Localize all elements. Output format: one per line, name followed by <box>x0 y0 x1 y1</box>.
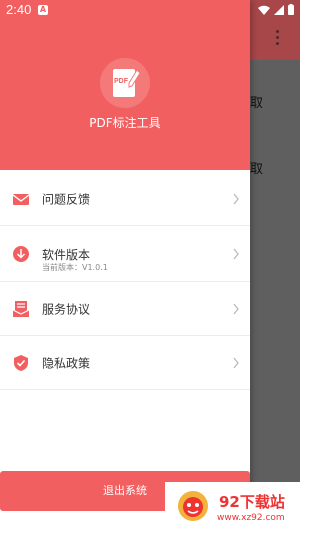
watermark: 92下载站 www.xz92.com <box>165 482 300 533</box>
watermark-url: www.xz92.com <box>217 513 285 523</box>
menu-label-agreement: 服务协议 <box>42 302 91 316</box>
signal-icon <box>274 4 284 15</box>
menu-label-privacy: 隐私政策 <box>42 356 91 370</box>
menu-item-privacy[interactable]: 隐私政策 <box>0 336 250 390</box>
menu-item-version[interactable]: 软件版本 当前版本：V1.0.1 <box>0 226 250 282</box>
menu-label-feedback: 问题反馈 <box>42 192 91 206</box>
shield-check-icon <box>14 354 28 371</box>
battery-icon <box>288 4 294 15</box>
pencil-icon <box>128 70 140 88</box>
wifi-icon <box>258 5 270 15</box>
menu-item-feedback[interactable]: 问题反馈 <box>0 172 250 226</box>
background-text-2: 取 <box>250 162 264 177</box>
navigation-drawer: PDF PDF标注工具 问题反馈 软件版本 当前版本：V1.0.1 服务协议 隐… <box>0 0 250 533</box>
chevron-right-icon <box>233 357 239 368</box>
notification-icon: A <box>38 5 48 15</box>
current-version-text: 当前版本：V1.0.1 <box>42 263 108 272</box>
app-name: PDF标注工具 <box>89 116 161 130</box>
status-bar: 2:40 A <box>0 0 300 20</box>
drawer-header: PDF PDF标注工具 <box>0 0 250 170</box>
watermark-title: 92下载站 <box>219 493 285 511</box>
chevron-right-icon <box>233 303 239 314</box>
background-text-1: 取 <box>250 96 264 111</box>
menu-list: 问题反馈 软件版本 当前版本：V1.0.1 服务协议 隐私政策 <box>0 172 250 390</box>
agreement-icon <box>12 300 30 317</box>
chevron-right-icon <box>233 193 239 204</box>
status-icons <box>258 4 294 15</box>
overflow-menu-icon <box>276 30 280 48</box>
app-logo: PDF <box>100 58 150 108</box>
menu-label-version: 软件版本 <box>42 248 91 262</box>
status-time: 2:40 <box>6 2 32 17</box>
menu-item-agreement[interactable]: 服务协议 <box>0 282 250 336</box>
chevron-right-icon <box>233 248 239 259</box>
watermark-logo-icon <box>178 491 208 521</box>
logo-text: PDF <box>114 78 128 85</box>
download-icon <box>13 245 29 262</box>
mail-icon <box>12 193 30 205</box>
